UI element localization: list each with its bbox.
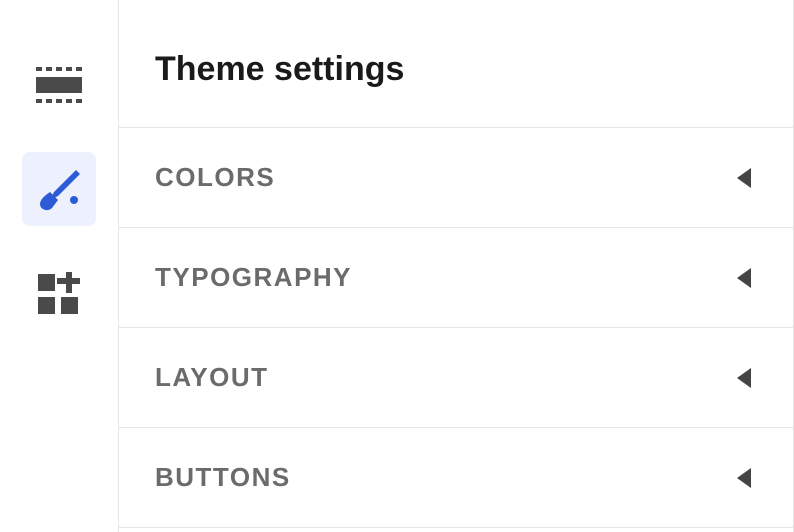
section-row-colors[interactable]: COLORS [119,127,793,227]
main-panel: Theme settings COLORS TYPOGRAPHY LAYOUT … [118,0,794,532]
chevron-left-icon [737,368,751,388]
chevron-left-icon [737,268,751,288]
section-label: LAYOUT [155,362,269,393]
section-label: BUTTONS [155,462,291,493]
section-row-buttons[interactable]: BUTTONS [119,427,793,528]
section-label: TYPOGRAPHY [155,262,352,293]
apps-icon [38,272,80,314]
paintbrush-icon [36,166,82,212]
chevron-left-icon [737,168,751,188]
page-title: Theme settings [119,0,793,127]
sidebar-item-apps[interactable] [22,256,96,330]
sidebar [0,0,118,532]
sidebar-item-theme[interactable] [22,152,96,226]
section-row-layout[interactable]: LAYOUT [119,327,793,427]
chevron-left-icon [737,468,751,488]
sidebar-item-sections[interactable] [22,48,96,122]
section-row-typography[interactable]: TYPOGRAPHY [119,227,793,327]
section-label: COLORS [155,162,275,193]
sections-icon [36,67,82,103]
